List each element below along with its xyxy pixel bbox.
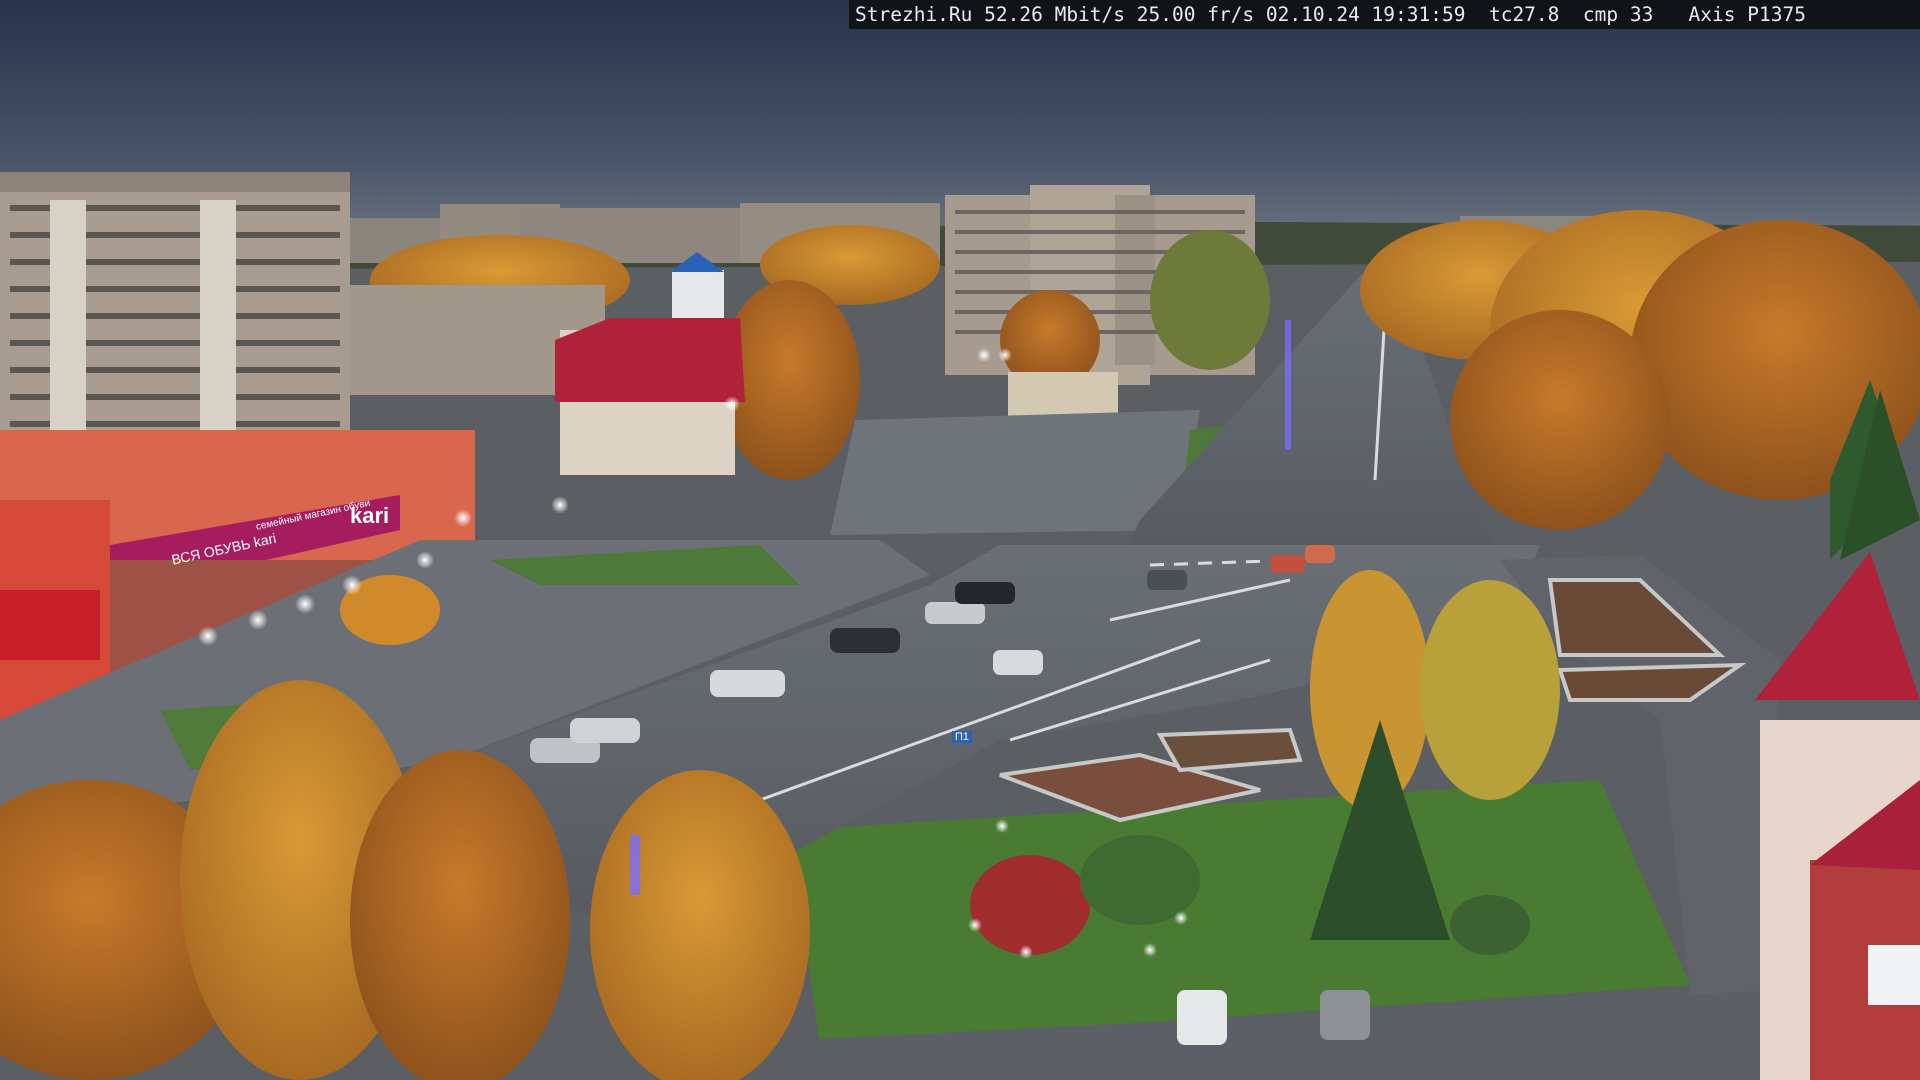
red-roof-building xyxy=(555,318,745,475)
city-street-scene xyxy=(0,0,1920,1080)
bus-stop-sign: П1 xyxy=(952,731,973,743)
webcam-frame: kari ВСЯ ОБУВЬ kari семейный магазин обу… xyxy=(0,0,1920,1080)
camera-info-overlay: Strezhi.Ru 52.26 Mbit/s 25.00 fr/s 02.10… xyxy=(849,0,1920,29)
